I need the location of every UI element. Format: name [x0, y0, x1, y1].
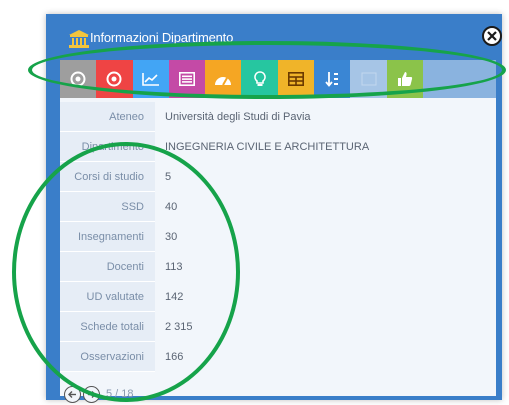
- row-label: Schede totali: [60, 312, 155, 342]
- line-chart-button[interactable]: [132, 60, 169, 98]
- row-label: Insegnamenti: [60, 222, 155, 252]
- info-dialog: Informazioni Dipartimento Ateneo Univers…: [46, 14, 502, 403]
- line-chart-icon: [141, 73, 159, 86]
- page-indicator: 5 / 18: [106, 388, 134, 400]
- table-icon: [287, 72, 304, 86]
- institution-icon: [68, 29, 90, 49]
- row-value: 40: [165, 201, 178, 213]
- table-row: Schede totali 2 315: [60, 312, 496, 342]
- row-label: Corsi di studio: [60, 162, 155, 192]
- row-value: Università degli Studi di Pavia: [165, 111, 311, 123]
- dialog-header: Informazioni Dipartimento: [46, 14, 502, 60]
- target-active-button[interactable]: [96, 60, 133, 98]
- row-label: SSD: [60, 192, 155, 222]
- sort-icon: [325, 72, 339, 87]
- table-row: Docenti 113: [60, 252, 496, 282]
- close-icon: [487, 31, 497, 41]
- dialog-title: Informazioni Dipartimento: [90, 30, 234, 45]
- arrow-left-icon: [68, 390, 76, 398]
- target-active-icon: [106, 71, 122, 87]
- row-value: INGEGNERIA CIVILE E ARCHITETTURA: [165, 141, 370, 153]
- sort-button[interactable]: [314, 60, 351, 98]
- row-label: Osservazioni: [60, 342, 155, 372]
- table-row: UD valutate 142: [60, 282, 496, 312]
- row-label: Dipartimento: [60, 132, 155, 162]
- next-page-button[interactable]: [83, 385, 100, 403]
- pagination: 5 / 18: [64, 384, 134, 404]
- target-button[interactable]: [60, 60, 97, 98]
- row-value: 142: [165, 291, 184, 303]
- row-value: 113: [165, 261, 183, 273]
- row-value: 166: [165, 351, 184, 363]
- row-label: Docenti: [60, 252, 155, 282]
- table-row: Corsi di studio 5: [60, 162, 496, 192]
- arrow-right-icon: [88, 390, 96, 398]
- row-value: 2 315: [165, 321, 193, 333]
- row-value: 5: [165, 171, 172, 183]
- prev-page-button[interactable]: [64, 385, 81, 403]
- list-button[interactable]: [168, 60, 206, 98]
- row-value: 30: [165, 231, 178, 243]
- table-row: Dipartimento INGEGNERIA CIVILE E ARCHITET…: [60, 132, 496, 162]
- table-row: SSD 40: [60, 192, 496, 222]
- blank-icon: [361, 72, 377, 86]
- table-button[interactable]: [277, 60, 315, 98]
- row-label: Ateneo: [60, 102, 155, 132]
- thumbs-up-button[interactable]: [386, 60, 423, 98]
- thumbs-up-icon: [397, 72, 412, 86]
- view-toolbar: [60, 60, 496, 98]
- table-row: Ateneo Università degli Studi di Pavia: [60, 102, 496, 132]
- row-label: UD valutate: [60, 282, 155, 312]
- gauge-button[interactable]: [205, 60, 242, 98]
- target-icon: [70, 71, 86, 87]
- info-table: Ateneo Università degli Studi di Pavia Di…: [60, 102, 496, 372]
- blank-button[interactable]: [350, 60, 387, 98]
- table-row: Insegnamenti 30: [60, 222, 496, 252]
- gauge-icon: [215, 77, 232, 86]
- info-panel: Ateneo Università degli Studi di Pavia Di…: [60, 98, 496, 403]
- list-icon: [179, 72, 196, 86]
- close-button[interactable]: [482, 26, 502, 46]
- table-row: Osservazioni 166: [60, 342, 496, 372]
- lightbulb-icon: [253, 71, 266, 86]
- lightbulb-button[interactable]: [241, 60, 278, 98]
